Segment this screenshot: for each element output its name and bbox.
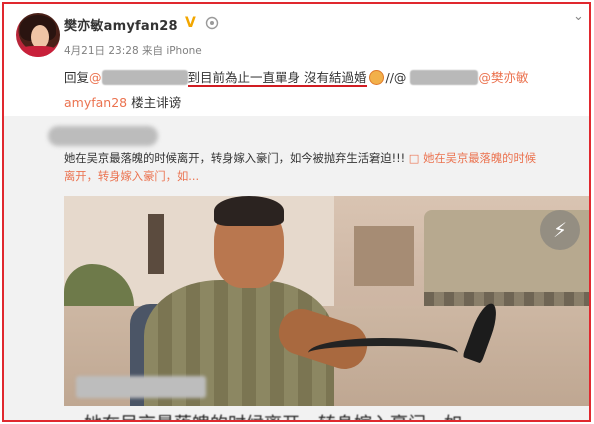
emoji-icon — [368, 70, 384, 85]
mention-at[interactable]: @ — [89, 70, 102, 85]
repost-body: 她在吴京最落魄的时候离开，转身嫁入豪门，如今被抛弃生活窘迫!!! — [64, 152, 409, 165]
mention-tail[interactable]: @樊亦敏 — [478, 70, 528, 85]
verified-icon: V — [185, 15, 196, 31]
blurred-caption — [76, 376, 206, 398]
avatar[interactable] — [16, 13, 60, 57]
repost-link[interactable]: □ 她在吴京最落魄的时候 — [409, 152, 536, 165]
mention-amyfan28[interactable]: amyfan28 — [64, 95, 127, 110]
blurred-name — [410, 70, 479, 85]
username[interactable]: 樊亦敏amyfan28 — [64, 15, 178, 34]
reply-prefix: 回复 — [64, 70, 90, 85]
reply-line2-text: 楼主诽谤 — [127, 95, 182, 110]
blurred-name — [101, 70, 188, 85]
level-badge-icon — [205, 16, 219, 30]
chevron-down-icon[interactable]: ⌄ — [573, 9, 584, 24]
blurred-repost-author — [48, 126, 158, 146]
post-meta: 4月21日 23:28 来自 iPhone — [64, 45, 202, 57]
reply-text: 回复@ 到目前為止一直單身 沒有結過婚 //@ @樊亦敏 — [64, 66, 589, 90]
repost-link-line2[interactable]: 离开，转身嫁入豪门，如... — [64, 170, 199, 183]
weibo-post-card: 樊亦敏amyfan28 V ⌄ 4月21日 23:28 来自 iPhone 回复… — [2, 2, 591, 422]
reply-line2: amyfan28 楼主诽谤 — [64, 92, 181, 111]
bottom-caption: 她在吴京最落魄的时候离开，转身嫁入豪门，如 — [64, 406, 589, 420]
repost-photo[interactable]: ⚡ — [64, 196, 589, 406]
highlight-text: 到目前為止一直單身 沒有結過婚 — [187, 70, 367, 87]
repost-text: 她在吴京最落魄的时候离开，转身嫁入豪门，如今被抛弃生活窘迫!!! □ 她在吴京最… — [64, 150, 589, 186]
separator: //@ — [385, 70, 407, 85]
flash-icon[interactable]: ⚡ — [540, 210, 580, 250]
